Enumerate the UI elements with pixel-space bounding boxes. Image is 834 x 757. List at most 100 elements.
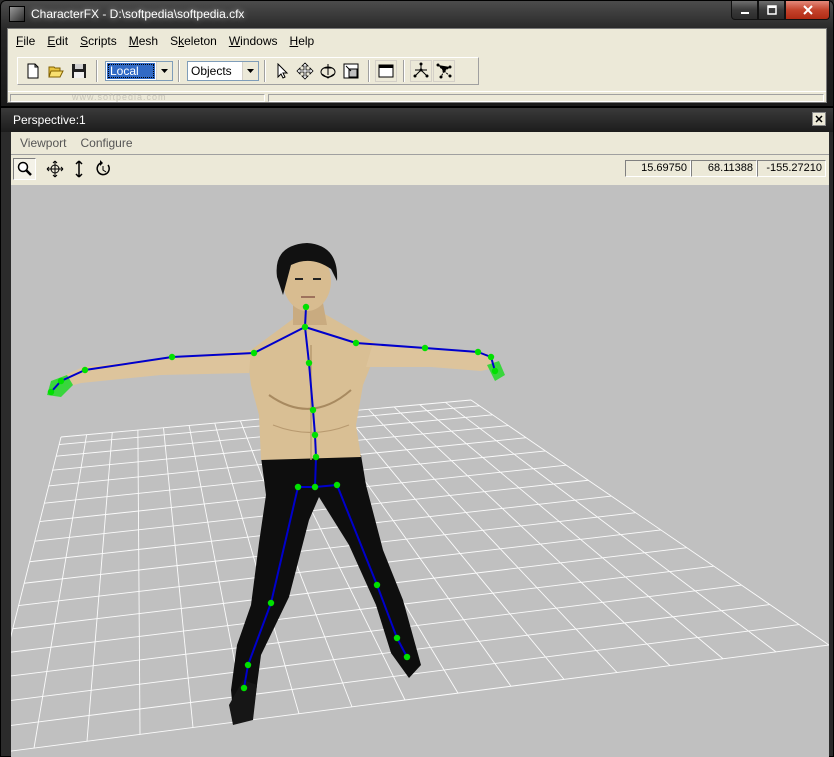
- joint-wrL[interactable]: [81, 366, 89, 374]
- joint-spine3[interactable]: [312, 453, 320, 461]
- zoom-tool-button[interactable]: [13, 158, 36, 180]
- viewport-title: Perspective:1: [13, 113, 86, 127]
- dolly-tool-button[interactable]: [67, 158, 90, 180]
- joint-chest[interactable]: [305, 359, 313, 367]
- ground-grid: [11, 399, 829, 752]
- joint-footL[interactable]: [240, 684, 248, 692]
- link-bone-button[interactable]: [433, 60, 455, 82]
- joint-hipL[interactable]: [294, 483, 302, 491]
- torso: [247, 313, 379, 460]
- minimize-button[interactable]: [731, 1, 758, 20]
- joint-elR[interactable]: [421, 344, 429, 352]
- select-tool-button[interactable]: [271, 60, 293, 82]
- save-disk-icon: [72, 64, 86, 78]
- menu-edit[interactable]: Edit: [41, 32, 74, 50]
- coordinate-readout: 15.69750 68.11388 -155.27210: [625, 160, 826, 177]
- open-folder-icon: [48, 66, 64, 78]
- grid-line: [137, 430, 141, 735]
- orbit-tool-button[interactable]: [91, 158, 114, 180]
- character-model[interactable]: [47, 243, 505, 725]
- new-button[interactable]: [22, 60, 44, 82]
- close-icon: [802, 5, 813, 15]
- rotate-icon: [320, 64, 336, 79]
- window-title: CharacterFX - D:\softpedia\softpedia.cfx: [31, 7, 245, 21]
- viewport-window: Perspective:1 Viewport Configure 15.6975…: [0, 107, 834, 757]
- save-button[interactable]: [68, 60, 90, 82]
- maximize-button[interactable]: [758, 1, 785, 20]
- joint-spine2[interactable]: [311, 431, 319, 439]
- orbit-icon: [95, 160, 110, 176]
- open-button[interactable]: [45, 60, 67, 82]
- menu-file[interactable]: File: [10, 32, 41, 50]
- viewport-close-button[interactable]: [812, 112, 826, 126]
- joint-pelvis[interactable]: [311, 483, 319, 491]
- menu-scripts[interactable]: Scripts: [74, 32, 123, 50]
- bone-spine3-pelvis[interactable]: [314, 456, 317, 488]
- toolbar-separator: [96, 60, 98, 82]
- grid-line: [11, 436, 62, 638]
- joint-kneeR[interactable]: [373, 581, 381, 589]
- main-window: CharacterFX - D:\softpedia\softpedia.cfx…: [0, 0, 834, 107]
- chevron-down-icon[interactable]: [156, 62, 172, 80]
- joint-hR1[interactable]: [487, 353, 495, 361]
- create-bone-button[interactable]: [410, 60, 432, 82]
- app-icon[interactable]: [9, 6, 25, 22]
- viewport-menu-viewport[interactable]: Viewport: [13, 134, 73, 152]
- viewport-menu-configure[interactable]: Configure: [73, 134, 139, 152]
- coord-space-select[interactable]: Local: [105, 61, 173, 81]
- joint-shR[interactable]: [352, 339, 360, 347]
- joint-hL1[interactable]: [57, 377, 65, 385]
- minimize-icon: [740, 12, 749, 14]
- selection-mode-value: Objects: [191, 64, 232, 78]
- coord-space-value: Local: [107, 63, 155, 79]
- joint-ankL[interactable]: [244, 661, 252, 669]
- joint-shL[interactable]: [250, 349, 258, 357]
- close-icon: [815, 115, 823, 123]
- joint-hR2[interactable]: [491, 367, 499, 375]
- grid-line: [393, 406, 671, 666]
- window-button[interactable]: [375, 60, 397, 82]
- joint-neck[interactable]: [301, 323, 309, 331]
- joint-elL[interactable]: [168, 353, 176, 361]
- 3d-viewport[interactable]: [11, 185, 829, 757]
- joint-head[interactable]: [302, 303, 310, 311]
- main-toolbar: Local Objects: [17, 57, 479, 85]
- joint-wrR[interactable]: [474, 348, 482, 356]
- close-button[interactable]: [785, 1, 830, 20]
- selection-mode-select[interactable]: Objects: [187, 61, 259, 81]
- watermark: www.softpedia.com: [72, 92, 167, 102]
- viewport-toolbar: 15.69750 68.11388 -155.27210: [11, 154, 829, 184]
- joint-spine1[interactable]: [309, 406, 317, 414]
- pan-tool-button[interactable]: [43, 158, 66, 180]
- viewport-title-bar[interactable]: Perspective:1: [1, 108, 833, 132]
- joint-ankR[interactable]: [393, 634, 401, 642]
- toolbar-separator: [368, 60, 370, 82]
- menu-mesh[interactable]: Mesh: [123, 32, 164, 50]
- scale-tool-button[interactable]: [340, 60, 362, 82]
- toolbar-separator: [178, 60, 180, 82]
- joint-hL2[interactable]: [47, 388, 55, 396]
- menu-skeleton[interactable]: Skeleton: [164, 32, 223, 50]
- menu-windows[interactable]: Windows: [223, 32, 284, 50]
- coord-y: 68.11388: [691, 160, 757, 177]
- joint-kneeL[interactable]: [267, 599, 275, 607]
- chevron-down-icon[interactable]: [242, 62, 258, 80]
- joint-hipR[interactable]: [333, 481, 341, 489]
- joint-footR[interactable]: [403, 653, 411, 661]
- menu-help[interactable]: Help: [284, 32, 321, 50]
- grid-line: [445, 401, 777, 653]
- scene-canvas[interactable]: [11, 185, 829, 757]
- rotate-tool-button[interactable]: [317, 60, 339, 82]
- trousers: [231, 455, 421, 723]
- maximize-icon: [766, 5, 777, 15]
- title-bar[interactable]: CharacterFX - D:\softpedia\softpedia.cfx: [1, 1, 834, 27]
- grid-line: [33, 434, 88, 749]
- coord-x: 15.69750: [625, 160, 691, 177]
- coord-z: -155.27210: [757, 160, 826, 177]
- status-pane: [268, 94, 824, 102]
- move-tool-button[interactable]: [294, 60, 316, 82]
- move-icon: [296, 62, 314, 80]
- bone-create-icon: [413, 62, 429, 78]
- toolbar-separator: [264, 60, 266, 82]
- bone-spine2-spine3[interactable]: [314, 434, 317, 458]
